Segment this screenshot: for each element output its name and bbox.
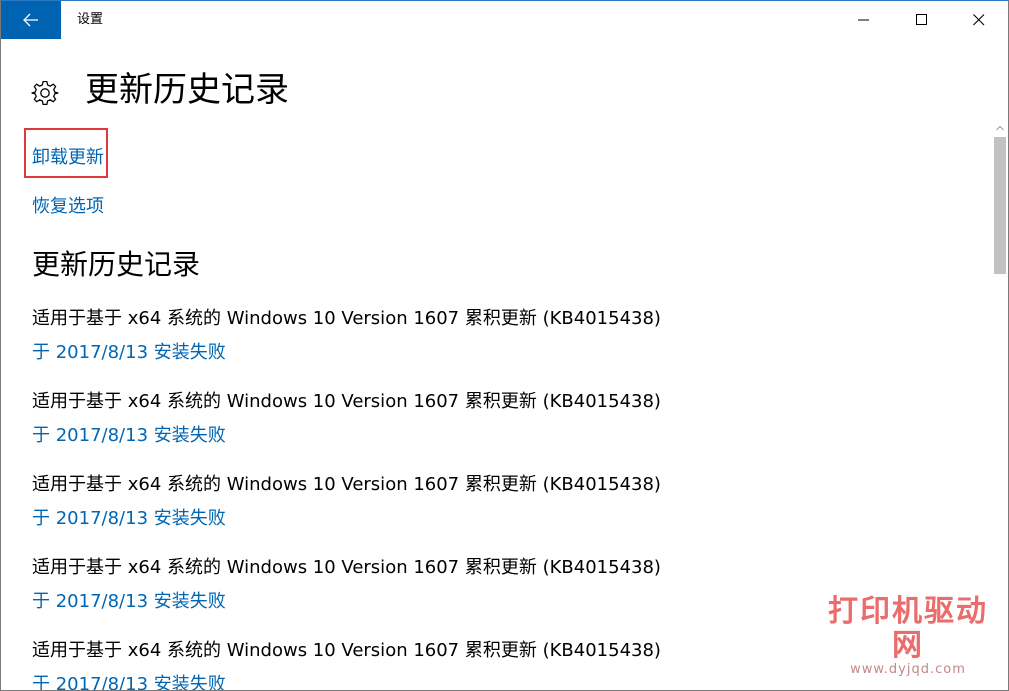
- update-history-item: 适用于基于 x64 系统的 Windows 10 Version 1607 累积…: [32, 556, 932, 614]
- maximize-button[interactable]: [894, 1, 950, 39]
- close-icon: [973, 14, 985, 26]
- page-title: 更新历史记录: [85, 70, 289, 110]
- title-bar: 设置: [1, 1, 1008, 39]
- back-arrow-icon: [23, 13, 38, 27]
- gear-icon: [31, 80, 59, 105]
- section-title: 更新历史记录: [32, 248, 201, 281]
- back-button[interactable]: [1, 1, 61, 39]
- watermark-text: 打印机驱动网: [828, 594, 988, 663]
- update-status-link[interactable]: 于 2017/8/13 安装失败: [32, 590, 932, 614]
- settings-content: 更新历史记录 卸载更新 恢复选项 更新历史记录 适用于基于 x64 系统的 Wi…: [1, 39, 991, 690]
- update-name: 适用于基于 x64 系统的 Windows 10 Version 1607 累积…: [32, 557, 661, 578]
- update-name: 适用于基于 x64 系统的 Windows 10 Version 1607 累积…: [32, 391, 661, 412]
- update-history-item: 适用于基于 x64 系统的 Windows 10 Version 1607 累积…: [32, 390, 932, 448]
- update-status-link[interactable]: 于 2017/8/13 安装失败: [32, 673, 932, 690]
- update-history-item: 适用于基于 x64 系统的 Windows 10 Version 1607 累积…: [32, 307, 932, 365]
- update-name: 适用于基于 x64 系统的 Windows 10 Version 1607 累积…: [32, 474, 661, 495]
- update-status-link[interactable]: 于 2017/8/13 安装失败: [32, 424, 932, 448]
- minimize-icon: [858, 19, 869, 21]
- close-button[interactable]: [951, 1, 1007, 39]
- app-title: 设置: [77, 12, 104, 27]
- update-history-item: 适用于基于 x64 系统的 Windows 10 Version 1607 累积…: [32, 473, 932, 531]
- update-status-link[interactable]: 于 2017/8/13 安装失败: [32, 507, 932, 531]
- minimize-button[interactable]: [836, 1, 892, 39]
- update-history-item: 适用于基于 x64 系统的 Windows 10 Version 1607 累积…: [32, 639, 932, 690]
- watermark: 打印机驱动网 www.dyjqd.com: [813, 595, 1003, 677]
- scroll-up-arrow[interactable]: [992, 121, 1008, 135]
- recovery-options-link[interactable]: 恢复选项: [32, 195, 104, 219]
- update-name: 适用于基于 x64 系统的 Windows 10 Version 1607 累积…: [32, 308, 661, 329]
- update-status-link[interactable]: 于 2017/8/13 安装失败: [32, 341, 932, 365]
- chevron-up-icon: [996, 125, 1004, 131]
- uninstall-updates-link[interactable]: 卸载更新: [32, 146, 104, 170]
- scroll-thumb[interactable]: [994, 137, 1006, 274]
- update-name: 适用于基于 x64 系统的 Windows 10 Version 1607 累积…: [32, 640, 661, 661]
- watermark-url: www.dyjqd.com: [850, 662, 966, 677]
- maximize-icon: [916, 14, 927, 25]
- settings-window: 设置 更新历史记录 卸载更新 恢复选项 更新历史记录 适用于基于 x64 系统的…: [0, 0, 1009, 691]
